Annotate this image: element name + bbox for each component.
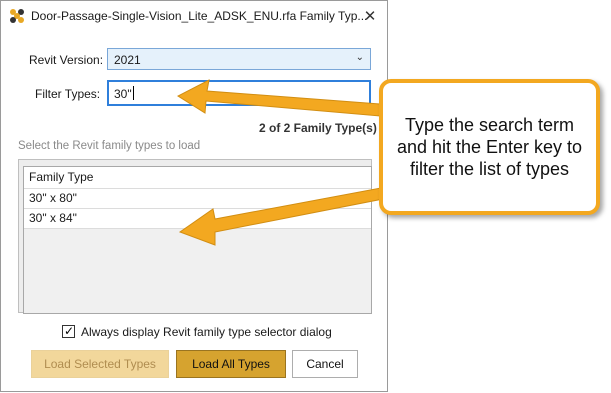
type-count: 2 of 2 Family Type(s) bbox=[259, 121, 377, 135]
load-selected-types-button[interactable]: Load Selected Types bbox=[31, 350, 169, 378]
window-title: Door-Passage-Single-Vision_Lite_ADSK_ENU… bbox=[31, 9, 368, 23]
load-all-types-button[interactable]: Load All Types bbox=[176, 350, 286, 378]
text-caret bbox=[132, 86, 134, 100]
list-item[interactable]: 30" x 84" bbox=[24, 209, 371, 229]
filter-types-input[interactable]: 30" bbox=[107, 80, 371, 106]
revit-version-label: Revit Version: bbox=[29, 53, 104, 67]
revit-version-select[interactable]: 2021 ⌄ bbox=[107, 48, 371, 70]
section-label: Select the Revit family types to load bbox=[18, 140, 201, 152]
callout-box: Type the search term and hit the Enter k… bbox=[379, 79, 600, 215]
revit-version-value: 2021 bbox=[114, 53, 141, 67]
list-item[interactable]: 30" x 80" bbox=[24, 189, 371, 209]
always-display-checkbox[interactable]: ✓ bbox=[62, 324, 75, 338]
close-icon[interactable]: ✕ bbox=[353, 2, 387, 30]
filter-types-label: Filter Types: bbox=[35, 87, 101, 101]
family-type-dialog: Door-Passage-Single-Vision_Lite_ADSK_ENU… bbox=[0, 0, 388, 392]
revit-family-icon bbox=[9, 8, 25, 24]
filter-input-value: 30" bbox=[114, 87, 132, 101]
always-display-label: Always display Revit family type selecto… bbox=[81, 325, 332, 339]
title-bar: Door-Passage-Single-Vision_Lite_ADSK_ENU… bbox=[1, 1, 387, 31]
column-header-family-type[interactable]: Family Type bbox=[24, 167, 371, 189]
family-type-list[interactable]: Family Type 30" x 80" 30" x 84" bbox=[23, 166, 372, 314]
cancel-button[interactable]: Cancel bbox=[292, 350, 358, 378]
checkmark-icon: ✓ bbox=[64, 324, 75, 338]
chevron-down-icon: ⌄ bbox=[355, 52, 364, 63]
